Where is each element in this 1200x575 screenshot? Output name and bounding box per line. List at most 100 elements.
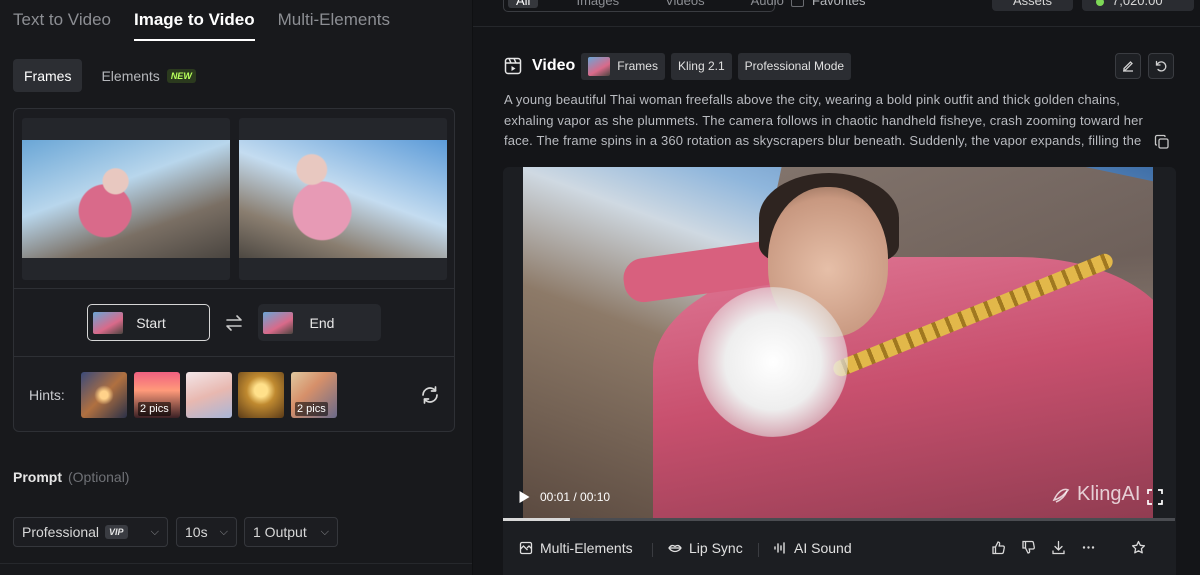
divider [14,288,454,289]
start-frame-button[interactable]: Start [87,304,210,341]
end-frame-button[interactable]: End [258,304,381,341]
favorites-checkbox[interactable]: Favorites [791,0,865,8]
thumbs-up-icon[interactable] [991,540,1006,555]
video-player: 00:01 / 00:10 KlingAI Multi-Elements Lip… [503,167,1176,575]
end-frame-thumbnail[interactable] [239,118,447,280]
top-toolbar: All Images Videos Audio Favorites Assets… [473,0,1200,27]
refresh-hints-icon[interactable] [419,384,441,406]
regenerate-button[interactable] [1148,53,1174,79]
frames-chip-label: Frames [617,59,658,73]
divider [14,356,454,357]
filter-images[interactable]: Images [568,0,627,8]
video-header: Video Frames Kling 2.1 Professional Mode [503,52,1174,80]
prompt-label: Prompt (Optional) [13,469,129,485]
ai-sound-button[interactable]: AI Sound [773,540,852,556]
results-panel: All Images Videos Audio Favorites Assets… [473,0,1200,575]
start-mini-thumbnail [93,311,123,334]
assets-label: Assets [1012,0,1052,8]
time-total: 00:10 [580,490,611,504]
vip-badge: VIP [105,525,128,539]
fullscreen-icon[interactable] [1146,488,1164,506]
outputs-value: 1 Output [253,524,307,540]
watermark-text: KlingAI [1077,483,1141,505]
chevron-down-icon: ⌵ [150,525,159,538]
thumbs-down-icon[interactable] [1021,540,1036,555]
end-frame-image [239,140,447,258]
multi-elements-label: Multi-Elements [540,540,633,556]
mode-chip: Professional Mode [737,52,852,80]
favorites-label: Favorites [812,0,866,8]
multi-elements-button[interactable]: Multi-Elements [519,540,633,556]
swap-icon[interactable] [223,312,245,334]
quality-value: Professional [22,524,100,540]
divider [758,543,759,557]
star-icon[interactable] [1131,540,1146,555]
hint-thumbnail[interactable] [81,372,127,418]
tab-multi-elements[interactable]: Multi-Elements [278,10,390,41]
app-root: Text to Video Image to Video Multi-Eleme… [0,0,1200,575]
ai-sound-label: AI Sound [794,540,852,556]
start-frame-image [22,140,230,258]
regenerate-icon [1155,60,1167,72]
lip-sync-button[interactable]: Lip Sync [668,540,743,556]
frames-box: Start End Hints: 2 pics 2 pics [13,108,455,432]
hint-thumbnail[interactable]: 2 pics [291,372,337,418]
credits-value: 7,020.00 [1112,0,1163,8]
start-label: Start [136,314,166,331]
hint-count: 2 pics [138,402,171,416]
filter-audio[interactable]: Audio [743,0,792,8]
prompt-title: Prompt [13,469,62,485]
tab-elements[interactable]: Elements NEW [90,59,206,92]
video-icon [504,57,522,75]
filter-videos[interactable]: Videos [657,0,713,8]
assets-button[interactable]: Assets [992,0,1073,11]
new-badge: NEW [166,68,196,83]
divider [0,563,472,564]
chevron-down-icon: ⌵ [320,525,329,538]
lip-sync-label: Lip Sync [689,540,743,556]
quality-select[interactable]: Professional VIP ⌵ [13,517,168,547]
chevron-down-icon: ⌵ [219,525,228,538]
tab-frames[interactable]: Frames [13,59,83,92]
edit-button[interactable] [1115,53,1141,79]
start-frame-thumbnail[interactable] [22,118,230,280]
credits-button[interactable]: 7,020.00 [1082,0,1194,11]
end-label: End [309,314,335,331]
tab-frames-label: Frames [24,67,72,84]
prompt-description: A young beautiful Thai woman freefalls a… [504,92,1143,148]
hint-count: 2 pics [295,402,328,416]
play-icon[interactable] [516,489,532,505]
divider [652,543,653,557]
playback-time: 00:01 / 00:10 [540,490,611,504]
outputs-select[interactable]: 1 Output ⌵ [244,517,338,547]
generation-panel: Text to Video Image to Video Multi-Eleme… [0,0,472,575]
video-frame[interactable] [523,167,1153,518]
frames-chip: Frames [581,52,665,80]
sound-wave-icon [774,542,785,554]
prompt-optional: (Optional) [68,469,130,485]
download-icon[interactable] [1051,540,1066,555]
end-mini-thumbnail [263,311,293,334]
sub-tabs: Frames Elements NEW [13,59,207,92]
hints-label: Hints: [29,387,65,403]
tab-text-to-video[interactable]: Text to Video [13,10,111,41]
duration-value: 10s [185,524,208,540]
copy-icon[interactable] [1154,134,1170,150]
video-title: Video [532,57,576,74]
duration-select[interactable]: 10s ⌵ [176,517,237,547]
video-action-bar: Multi-Elements Lip Sync AI Sound [503,521,1176,575]
hint-thumbnail[interactable]: 2 pics [134,372,180,418]
hints-row: Hints: 2 pics 2 pics [14,371,454,418]
tab-elements-label: Elements [101,67,160,84]
checkbox-icon [791,0,804,7]
pencil-icon [1123,61,1133,72]
tab-image-to-video[interactable]: Image to Video [133,10,255,41]
time-current: 00:01 [540,490,571,504]
hint-thumbnail[interactable] [238,372,284,418]
mode-tabs: Text to Video Image to Video Multi-Eleme… [13,10,390,41]
filter-all[interactable]: All [508,0,539,8]
hint-thumbnail[interactable] [186,372,232,418]
more-icon[interactable] [1081,540,1096,555]
multi-elements-icon [519,541,533,555]
media-filter: All Images Videos Audio [503,0,784,12]
